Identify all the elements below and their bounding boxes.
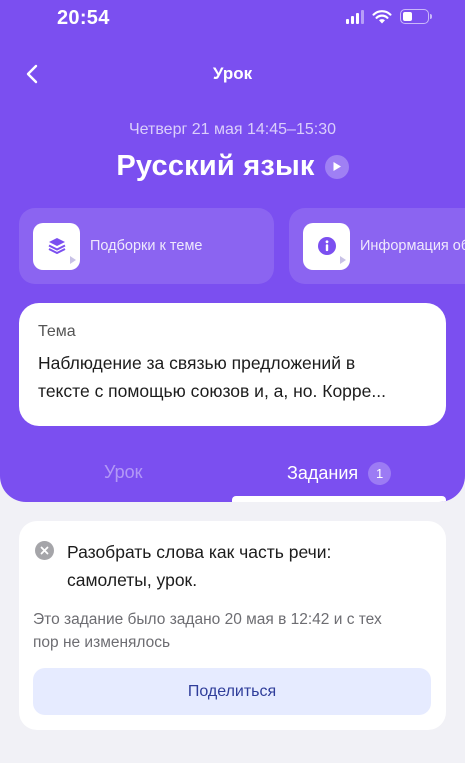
- theme-label: Тема: [38, 323, 76, 340]
- lesson-datetime: Четверг 21 мая 14:45–15:30: [129, 121, 336, 138]
- task-note-line: пор не изменялось: [33, 634, 171, 651]
- task-note-line: Это задание было задано 20 мая в 12:42 и…: [33, 611, 382, 628]
- task-card: Разобрать слова как часть речи: самолеты…: [19, 521, 446, 730]
- lesson-header: 20:54 Урок Четверг 21 мая 14:45–15:30 Ру…: [0, 0, 465, 502]
- lesson-info-label: Информация об уроке: [360, 238, 465, 254]
- topic-collections-label: Подборки к теме: [90, 238, 203, 254]
- tab-tasks[interactable]: Задания 1: [287, 462, 392, 485]
- subject-info-button[interactable]: [324, 154, 349, 179]
- battery-icon: [400, 9, 432, 24]
- theme-text-line: тексте с помощью союзов и, а, но. Корре.…: [38, 381, 386, 401]
- tab-tasks-label: Задания: [287, 463, 359, 483]
- battery-level: [403, 12, 413, 21]
- active-tab-indicator: [232, 496, 446, 502]
- wifi-icon: [372, 10, 392, 24]
- task-title-line: Разобрать слова как часть речи:: [67, 542, 332, 562]
- tasks-count-badge: 1: [368, 462, 392, 485]
- subject-row: Русский язык: [0, 150, 465, 183]
- share-button[interactable]: Поделиться: [33, 668, 431, 715]
- tab-lesson-label: Урок: [104, 462, 143, 482]
- status-bar: 20:54: [0, 0, 465, 38]
- topic-collections-card[interactable]: Подборки к теме: [19, 208, 274, 284]
- tab-lesson[interactable]: Урок: [104, 462, 143, 483]
- theme-text: Наблюдение за связью предложений в текст…: [38, 349, 428, 405]
- navigation-bar: Урок: [0, 52, 465, 96]
- info-icon: [303, 222, 350, 270]
- theme-text-line: Наблюдение за связью предложений в: [38, 353, 356, 373]
- task-title: Разобрать слова как часть речи: самолеты…: [67, 538, 427, 594]
- page-title: Урок: [212, 64, 253, 83]
- task-title-line: самолеты, урок.: [67, 570, 198, 590]
- close-circle-icon: [35, 541, 54, 560]
- lesson-theme-card[interactable]: Тема Наблюдение за связью предложений в …: [19, 303, 446, 426]
- status-icons: [346, 9, 432, 24]
- lesson-info-card[interactable]: Информация об уроке: [289, 208, 465, 284]
- signal-icon: [346, 9, 364, 24]
- task-note: Это задание было задано 20 мая в 12:42 и…: [33, 608, 433, 654]
- layers-icon: [33, 222, 80, 270]
- status-time: 20:54: [57, 7, 110, 29]
- subject-title: Русский язык: [116, 150, 315, 182]
- play-icon: [333, 162, 341, 171]
